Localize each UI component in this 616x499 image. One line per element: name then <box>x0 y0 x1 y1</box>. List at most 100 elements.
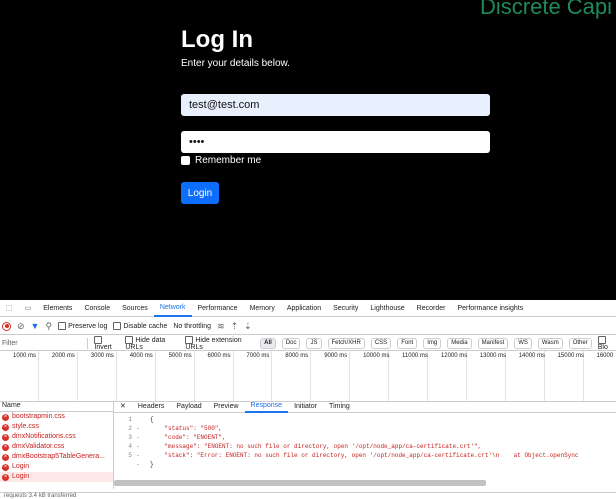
horizontal-scrollbar[interactable] <box>114 480 486 486</box>
tab-sources[interactable]: Sources <box>116 302 154 316</box>
wifi-icon[interactable]: ≋ <box>217 321 225 332</box>
timeline-tick-label: 8000 ms <box>285 353 309 359</box>
code-line: -} <box>136 461 154 468</box>
timeline-tick-label: 9000 ms <box>324 353 348 359</box>
request-row[interactable]: × style.css <box>0 422 113 432</box>
invert-checkbox[interactable] <box>94 335 103 344</box>
error-icon: × <box>2 433 9 441</box>
timeline-tick-label: 10000 ms <box>363 353 390 359</box>
invert-toggle[interactable]: Invert <box>94 335 119 351</box>
request-row[interactable]: × bootstrapmin.css <box>0 412 113 422</box>
timeline-gridline <box>76 351 78 401</box>
timeline-tick-label: 11000 ms <box>402 353 428 359</box>
remember-me-checkbox[interactable] <box>181 156 190 165</box>
chip-ws[interactable]: WS <box>514 337 532 349</box>
remember-me[interactable]: Remember me <box>181 155 261 166</box>
record-icon[interactable] <box>2 321 11 331</box>
devtools-panel: ⬚ ▭ Elements Console Sources Network Per… <box>0 302 616 499</box>
request-row[interactable]: × Login <box>0 462 113 472</box>
timeline-gridline <box>38 351 39 401</box>
request-row[interactable]: × dmxValidator.css <box>0 442 113 452</box>
network-status-bar: requests 3.4 kB transferred <box>0 492 616 499</box>
network-timeline-overview[interactable]: 1000 ms 2000 ms 3000 ms 4000 ms 5000 ms 6000 … <box>0 351 616 402</box>
export-icon[interactable]: ⇣ <box>244 321 252 332</box>
tab-performance[interactable]: Performance <box>192 302 244 316</box>
chip-css[interactable]: CSS <box>370 337 392 349</box>
timeline-gridline <box>115 351 117 401</box>
timeline-tick-label: 1000 ms <box>13 353 37 359</box>
tab-timing[interactable]: Timing <box>323 401 356 412</box>
blocked-requests-toggle[interactable]: Blo <box>597 335 616 351</box>
request-row[interactable]: × dmxNotifications.css <box>0 432 113 442</box>
chip-fetch-xhr[interactable]: Fetch/XHR <box>327 337 365 349</box>
request-row-selected[interactable]: × Login <box>0 472 113 482</box>
chip-wasm[interactable]: Wasm <box>537 337 563 349</box>
response-body[interactable]: 1{ 2- "status": "500", 3- "code": "ENOEN… <box>114 415 616 469</box>
email-field[interactable]: test@test.com <box>181 94 490 116</box>
import-icon[interactable]: ⇡ <box>231 321 239 332</box>
preserve-log-toggle[interactable]: Preserve log <box>58 322 107 330</box>
chip-media[interactable]: Media <box>447 337 472 349</box>
tab-console[interactable]: Console <box>78 302 116 316</box>
name-column-header[interactable]: Name <box>0 401 113 412</box>
remember-me-label: Remember me <box>195 155 262 166</box>
search-icon[interactable]: ⚲ <box>45 321 52 332</box>
chip-all[interactable]: All <box>260 337 276 349</box>
blocked-requests-label: Blo <box>597 343 608 351</box>
tab-initiator[interactable]: Initiator <box>288 401 323 412</box>
code-line: 2- "status": "500", <box>128 425 223 432</box>
filter-input[interactable]: Filter <box>0 337 89 349</box>
brand-logo-text: Discrete Capi <box>480 0 613 19</box>
close-icon[interactable]: ✕ <box>114 401 132 412</box>
tab-memory[interactable]: Memory <box>244 302 281 316</box>
tab-lighthouse[interactable]: Lighthouse <box>364 302 410 316</box>
tab-payload[interactable]: Payload <box>170 401 207 412</box>
timeline-tick-label: 4000 ms <box>129 353 153 359</box>
tab-response[interactable]: Response <box>244 400 289 413</box>
device-toolbar-icon[interactable]: ▭ <box>19 302 38 316</box>
timeline-gridline <box>154 351 156 401</box>
request-row[interactable]: × dmxBootstrap5TableGenera... <box>0 452 113 462</box>
tab-performance-insights[interactable]: Performance insights <box>451 302 529 316</box>
error-icon: × <box>2 423 9 431</box>
chip-manifest[interactable]: Manifest <box>477 337 509 349</box>
timeline-tick-label: 6000 ms <box>207 353 231 359</box>
request-name: style.css <box>12 423 39 430</box>
hide-extension-urls-toggle[interactable]: Hide extension URLs <box>185 335 254 351</box>
request-name: bootstrapmin.css <box>12 413 65 420</box>
chip-js[interactable]: JS <box>306 337 322 349</box>
chip-font[interactable]: Font <box>397 337 418 349</box>
chip-doc[interactable]: Doc <box>281 337 301 349</box>
preserve-log-checkbox[interactable] <box>58 322 67 330</box>
password-field[interactable]: •••• <box>181 131 490 153</box>
tab-application[interactable]: Application <box>281 302 327 316</box>
hide-data-urls-checkbox[interactable] <box>125 335 134 344</box>
clear-icon[interactable]: ⊘ <box>17 321 25 332</box>
timeline-tick-label: 7000 ms <box>246 353 270 359</box>
tab-recorder[interactable]: Recorder <box>411 302 452 316</box>
filter-icon[interactable]: ▼ <box>31 321 40 331</box>
page-title: Log In <box>181 26 253 53</box>
hide-extension-urls-checkbox[interactable] <box>185 335 194 344</box>
tab-preview[interactable]: Preview <box>208 401 245 412</box>
request-detail-panel: ✕ Headers Payload Preview Response Initi… <box>114 401 616 489</box>
hide-data-urls-toggle[interactable]: Hide data URLs <box>125 335 179 351</box>
disable-cache-checkbox[interactable] <box>113 322 122 330</box>
devtools-tab-bar: ⬚ ▭ Elements Console Sources Network Per… <box>0 302 616 317</box>
tab-elements[interactable]: Elements <box>37 302 78 316</box>
request-list: Name × bootstrapmin.css × style.css × dmxNo… <box>0 401 114 489</box>
login-button[interactable]: Login <box>181 182 219 204</box>
error-icon: × <box>2 473 9 481</box>
chip-img[interactable]: Img <box>423 337 442 349</box>
tab-headers[interactable]: Headers <box>132 401 170 412</box>
blocked-requests-checkbox[interactable] <box>597 335 606 344</box>
disable-cache-toggle[interactable]: Disable cache <box>113 322 167 330</box>
timeline-gridline <box>310 351 312 401</box>
tab-network[interactable]: Network <box>153 301 192 317</box>
throttling-select[interactable]: No throttling <box>173 323 211 330</box>
chip-other[interactable]: Other <box>568 337 592 349</box>
tab-security[interactable]: Security <box>327 302 364 316</box>
filter-bar: Filter Invert Hide data URLs Hide extens… <box>0 335 616 351</box>
timeline-tick-label: 16000 <box>596 353 614 359</box>
inspect-element-icon[interactable]: ⬚ <box>0 302 19 316</box>
